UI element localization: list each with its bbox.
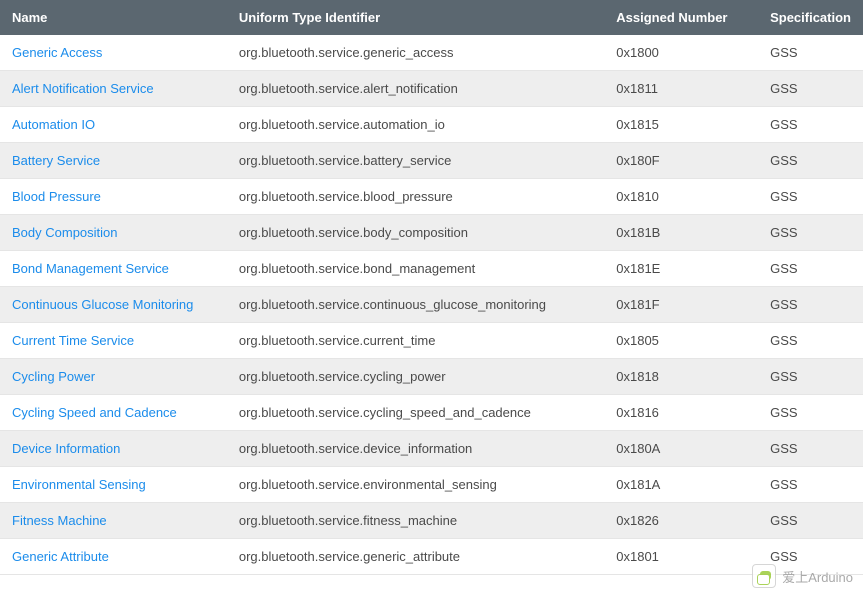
- service-name-link[interactable]: Battery Service: [12, 153, 100, 168]
- service-name-link[interactable]: Environmental Sensing: [12, 477, 146, 492]
- cell-uti: org.bluetooth.service.fitness_machine: [227, 503, 604, 539]
- cell-uti: org.bluetooth.service.cycling_power: [227, 359, 604, 395]
- cell-assigned-number: 0x180A: [604, 431, 758, 467]
- cell-specification: GSS: [758, 539, 863, 575]
- table-row: Alert Notification Service org.bluetooth.…: [0, 71, 863, 107]
- cell-assigned-number: 0x180F: [604, 143, 758, 179]
- cell-assigned-number: 0x1801: [604, 539, 758, 575]
- cell-assigned-number: 0x1816: [604, 395, 758, 431]
- table-row: Environmental Sensing org.bluetooth.servi…: [0, 467, 863, 503]
- table-row: Continuous Glucose Monitoring org.bluetoo…: [0, 287, 863, 323]
- table-row: Bond Management Service org.bluetooth.ser…: [0, 251, 863, 287]
- service-name-link[interactable]: Device Information: [12, 441, 120, 456]
- cell-uti: org.bluetooth.service.current_time: [227, 323, 604, 359]
- cell-assigned-number: 0x181A: [604, 467, 758, 503]
- table-row: Battery Service org.bluetooth.service.bat…: [0, 143, 863, 179]
- cell-uti: org.bluetooth.service.generic_access: [227, 35, 604, 71]
- table-row: Current Time Service org.bluetooth.servic…: [0, 323, 863, 359]
- cell-uti: org.bluetooth.service.automation_io: [227, 107, 604, 143]
- cell-assigned-number: 0x1800: [604, 35, 758, 71]
- service-name-link[interactable]: Generic Attribute: [12, 549, 109, 564]
- cell-uti: org.bluetooth.service.generic_attribute: [227, 539, 604, 575]
- cell-specification: GSS: [758, 179, 863, 215]
- service-name-link[interactable]: Alert Notification Service: [12, 81, 154, 96]
- cell-specification: GSS: [758, 467, 863, 503]
- service-name-link[interactable]: Automation IO: [12, 117, 95, 132]
- cell-specification: GSS: [758, 143, 863, 179]
- table-row: Blood Pressure org.bluetooth.service.bloo…: [0, 179, 863, 215]
- cell-specification: GSS: [758, 251, 863, 287]
- cell-specification: GSS: [758, 71, 863, 107]
- service-name-link[interactable]: Current Time Service: [12, 333, 134, 348]
- cell-assigned-number: 0x181F: [604, 287, 758, 323]
- service-name-link[interactable]: Continuous Glucose Monitoring: [12, 297, 193, 312]
- table-row: Generic Access org.bluetooth.service.gene…: [0, 35, 863, 71]
- cell-uti: org.bluetooth.service.device_information: [227, 431, 604, 467]
- cell-assigned-number: 0x1815: [604, 107, 758, 143]
- header-name: Name: [0, 0, 227, 35]
- cell-assigned-number: 0x1826: [604, 503, 758, 539]
- cell-specification: GSS: [758, 215, 863, 251]
- table-row: Body Composition org.bluetooth.service.bo…: [0, 215, 863, 251]
- table-row: Generic Attribute org.bluetooth.service.g…: [0, 539, 863, 575]
- table-row: Fitness Machine org.bluetooth.service.fit…: [0, 503, 863, 539]
- service-name-link[interactable]: Bond Management Service: [12, 261, 169, 276]
- header-uti: Uniform Type Identifier: [227, 0, 604, 35]
- cell-specification: GSS: [758, 323, 863, 359]
- cell-specification: GSS: [758, 287, 863, 323]
- cell-assigned-number: 0x1805: [604, 323, 758, 359]
- table-row: Cycling Speed and Cadence org.bluetooth.s…: [0, 395, 863, 431]
- cell-specification: GSS: [758, 431, 863, 467]
- cell-assigned-number: 0x181B: [604, 215, 758, 251]
- cell-uti: org.bluetooth.service.continuous_glucose…: [227, 287, 604, 323]
- table-row: Cycling Power org.bluetooth.service.cycli…: [0, 359, 863, 395]
- cell-assigned-number: 0x1810: [604, 179, 758, 215]
- cell-specification: GSS: [758, 35, 863, 71]
- cell-assigned-number: 0x181E: [604, 251, 758, 287]
- services-table: Name Uniform Type Identifier Assigned Nu…: [0, 0, 863, 575]
- table-row: Device Information org.bluetooth.service.…: [0, 431, 863, 467]
- service-name-link[interactable]: Cycling Speed and Cadence: [12, 405, 177, 420]
- table-header-row: Name Uniform Type Identifier Assigned Nu…: [0, 0, 863, 35]
- cell-specification: GSS: [758, 107, 863, 143]
- cell-uti: org.bluetooth.service.environmental_sens…: [227, 467, 604, 503]
- cell-uti: org.bluetooth.service.cycling_speed_and_…: [227, 395, 604, 431]
- header-spec: Specification: [758, 0, 863, 35]
- cell-specification: GSS: [758, 359, 863, 395]
- cell-assigned-number: 0x1811: [604, 71, 758, 107]
- service-name-link[interactable]: Fitness Machine: [12, 513, 107, 528]
- cell-uti: org.bluetooth.service.battery_service: [227, 143, 604, 179]
- service-name-link[interactable]: Generic Access: [12, 45, 102, 60]
- service-name-link[interactable]: Body Composition: [12, 225, 118, 240]
- header-assigned: Assigned Number: [604, 0, 758, 35]
- cell-uti: org.bluetooth.service.alert_notification: [227, 71, 604, 107]
- cell-uti: org.bluetooth.service.bond_management: [227, 251, 604, 287]
- cell-specification: GSS: [758, 395, 863, 431]
- cell-uti: org.bluetooth.service.body_composition: [227, 215, 604, 251]
- service-name-link[interactable]: Cycling Power: [12, 369, 95, 384]
- cell-uti: org.bluetooth.service.blood_pressure: [227, 179, 604, 215]
- cell-assigned-number: 0x1818: [604, 359, 758, 395]
- cell-specification: GSS: [758, 503, 863, 539]
- table-row: Automation IO org.bluetooth.service.autom…: [0, 107, 863, 143]
- service-name-link[interactable]: Blood Pressure: [12, 189, 101, 204]
